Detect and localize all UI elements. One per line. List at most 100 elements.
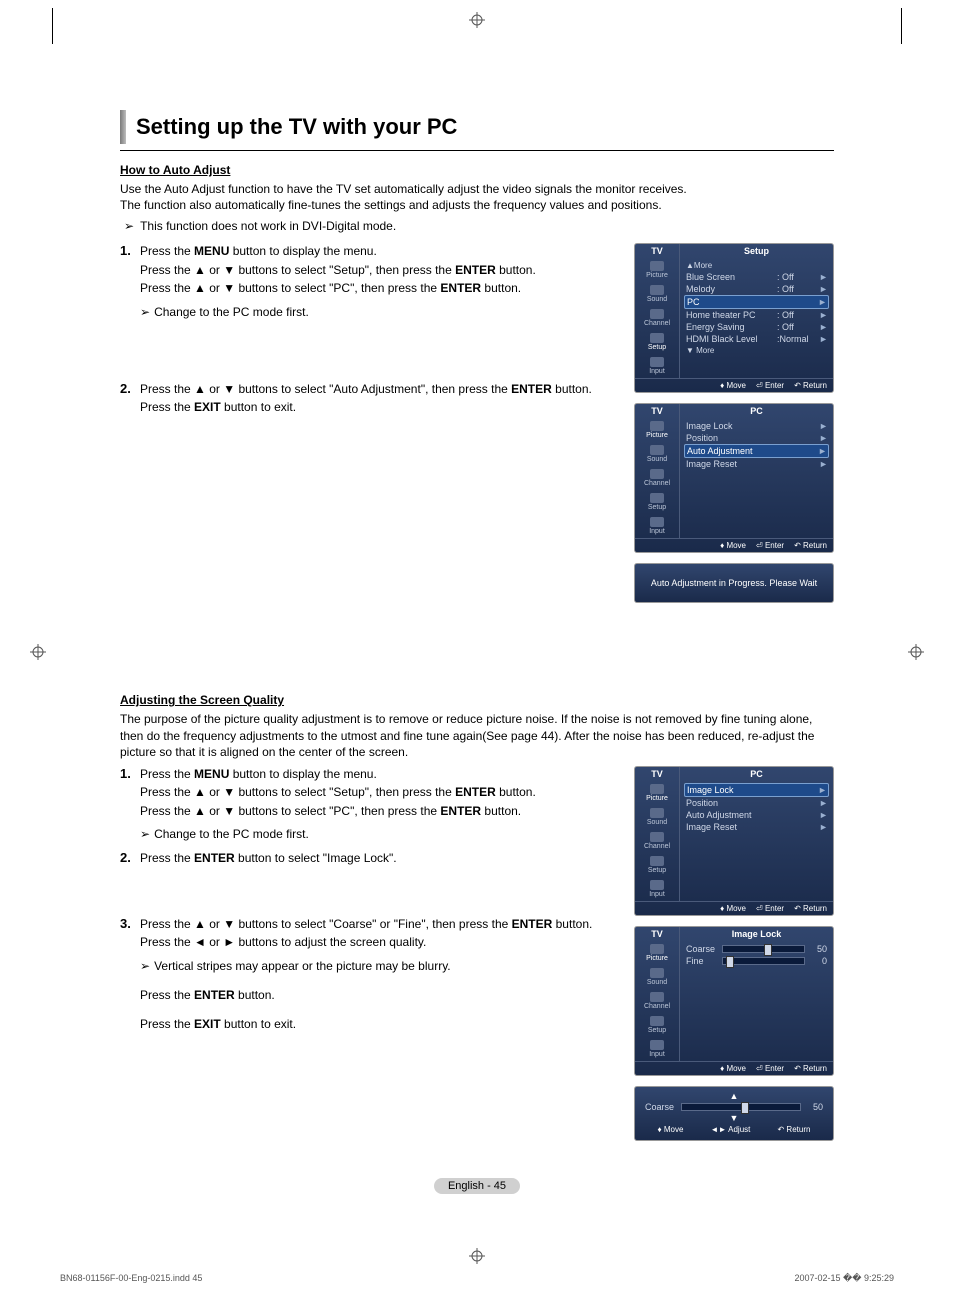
osd-side-label: Sound [647, 296, 667, 303]
menu-icon [650, 333, 664, 343]
osd-side-item: Setup [635, 1013, 679, 1037]
chevron-right-icon: ► [819, 322, 827, 332]
osd-row-label: Melody [686, 284, 777, 294]
step-body: Press the ▲ or ▼ buttons to select "Coar… [140, 916, 620, 1035]
osd-row: PC► [684, 295, 829, 309]
osd-side-item: Setup [635, 490, 679, 514]
osd-title: Setup [680, 244, 833, 258]
chevron-right-icon: ► [819, 798, 827, 808]
crop-mark [52, 8, 53, 44]
osd-main: ▲MoreBlue Screen: Off►Melody: Off►PC►Hom… [680, 258, 833, 378]
note-text: This function does not work in DVI-Digit… [140, 219, 396, 233]
note-icon: ➢ [124, 219, 134, 233]
section2-steps: 1.Press the MENU button to display the m… [120, 766, 620, 1035]
move-hint: ♦ Move [720, 904, 746, 913]
step-number: 1. [120, 243, 140, 321]
osd-side-label: Picture [646, 432, 668, 439]
sub-note: ➢Vertical stripes may appear or the pict… [140, 958, 620, 975]
return-hint: ↶ Return [794, 541, 827, 550]
content: Setting up the TV with your PC How to Au… [120, 110, 834, 1151]
osd-side-item: Input [635, 354, 679, 378]
chevron-right-icon: ► [819, 459, 827, 469]
enter-hint: ⏎ Enter [756, 904, 784, 913]
note-icon: ➢ [140, 304, 150, 321]
osd-body: PictureSoundChannelSetupInputImage Lock►… [635, 418, 833, 538]
osd-slider-row: Fine0 [684, 955, 829, 967]
osd-row-label: Image Reset [686, 822, 777, 832]
left-col: 1.Press the MENU button to display the m… [120, 243, 620, 613]
step-line: Press the ▲ or ▼ buttons to select "Coar… [140, 916, 620, 933]
osd-side-label: Input [649, 368, 665, 375]
left-col: 1.Press the MENU button to display the m… [120, 766, 620, 1151]
osd-row-label: Blue Screen [686, 272, 777, 282]
osd-header: TVSetup [635, 244, 833, 258]
osd-side-item: Picture [635, 941, 679, 965]
chevron-right-icon: ► [818, 446, 826, 456]
doc-foot-right: 2007-02-15 �� 9:25:29 [794, 1273, 894, 1284]
return-hint: ↶ Return [794, 1064, 827, 1073]
osd-footer: ♦ Move⏎ Enter↶ Return [635, 538, 833, 552]
osd-sidebar: PictureSoundChannelSetupInput [635, 941, 680, 1061]
slider-thumb [726, 956, 734, 968]
down-arrow-icon: ▼ [643, 1113, 825, 1123]
step: 2.Press the ENTER button to select "Imag… [120, 850, 620, 868]
menu-icon [650, 784, 664, 794]
osd-slider-row: Coarse50 [643, 1101, 825, 1113]
osd-footer: ♦ Move⏎ Enter↶ Return [635, 901, 833, 915]
osd-side-label: Sound [647, 456, 667, 463]
osd-row-label: Position [686, 798, 777, 808]
menu-icon [650, 968, 664, 978]
step: 2.Press the ▲ or ▼ buttons to select "Au… [120, 381, 620, 418]
page-number: English - 45 [434, 1178, 520, 1194]
menu-icon [650, 880, 664, 890]
step-line: Press the EXIT button to exit. [140, 1016, 620, 1033]
menu-icon [650, 357, 664, 367]
slider-label: Coarse [645, 1102, 677, 1112]
step-line: Press the ▲ or ▼ buttons to select "Auto… [140, 381, 620, 398]
sub-note-text: Change to the PC mode first. [154, 826, 309, 843]
osd-side-label: Channel [644, 843, 670, 850]
page-footer: English - 45 [0, 1178, 954, 1194]
menu-icon [650, 808, 664, 818]
osd-popup: Auto Adjustment in Progress. Please Wait [634, 563, 834, 603]
osd-body: PictureSoundChannelSetupInput▲MoreBlue S… [635, 258, 833, 378]
step-line: Press the ▲ or ▼ buttons to select "Setu… [140, 262, 620, 279]
slider-thumb [741, 1102, 749, 1114]
page: Setting up the TV with your PC How to Au… [0, 0, 954, 1304]
osd-coarse-adjust: ▲Coarse50▼♦ Move◄► Adjust↶ Return [634, 1086, 834, 1141]
right-col: TVSetupPictureSoundChannelSetupInput▲Mor… [634, 243, 834, 613]
menu-icon [650, 856, 664, 866]
step-line: Press the ENTER button. [140, 987, 620, 1004]
sub-note-text: Change to the PC mode first. [154, 304, 309, 321]
step-number: 1. [120, 766, 140, 844]
chevron-right-icon: ► [818, 785, 826, 795]
title-bar: Setting up the TV with your PC [120, 110, 834, 144]
osd-setup: TVSetupPictureSoundChannelSetupInput▲Mor… [634, 243, 834, 393]
move-hint: ♦ Move [720, 541, 746, 550]
osd-row-value: : Off [777, 272, 819, 282]
osd-side-label: Sound [647, 979, 667, 986]
step-number: 2. [120, 381, 140, 418]
menu-icon [650, 517, 664, 527]
osd-tab: TV [635, 244, 680, 258]
osd-side-label: Setup [648, 344, 666, 351]
title-accent [120, 110, 126, 144]
osd-pc2: TVPCPictureSoundChannelSetupInputImage L… [634, 766, 834, 916]
osd-side-item: Channel [635, 989, 679, 1013]
osd-row: Melody: Off► [684, 283, 829, 295]
osd-row: ▼ More [684, 345, 829, 356]
chevron-right-icon: ► [819, 822, 827, 832]
step-line: Press the ▲ or ▼ buttons to select "PC",… [140, 280, 620, 297]
osd-row-label: Auto Adjustment [687, 446, 776, 456]
osd-row: ▲More [684, 260, 829, 271]
menu-icon [650, 944, 664, 954]
return-hint: ↶ Return [794, 381, 827, 390]
osd-main: Image Lock►Position►Auto Adjustment►Imag… [680, 781, 833, 901]
osd-side-label: Picture [646, 955, 668, 962]
adjust-hint: ◄► Adjust [711, 1125, 751, 1134]
osd-header: TVPC [635, 767, 833, 781]
section2-intro: The purpose of the picture quality adjus… [120, 711, 834, 760]
crop-mark [901, 8, 902, 44]
chevron-right-icon: ► [819, 810, 827, 820]
osd-row-label: Image Reset [686, 459, 777, 469]
